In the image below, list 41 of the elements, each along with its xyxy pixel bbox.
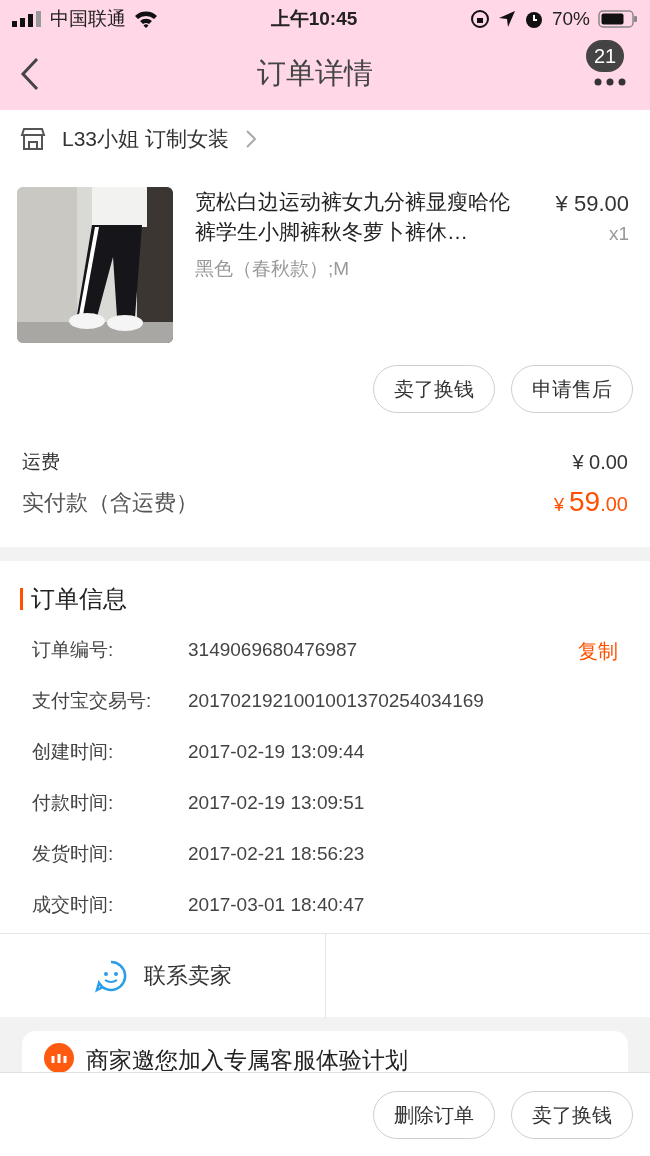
info-value: 2017-02-19 13:09:44 — [188, 740, 366, 765]
notification-badge: 21 — [586, 40, 625, 72]
store-icon — [20, 127, 46, 151]
chat-face-icon — [93, 958, 128, 993]
shipping-label: 运费 — [22, 449, 60, 474]
info-label: 支付宝交易号: — [32, 689, 153, 714]
clock-time: 上午10:45 — [270, 6, 358, 31]
info-label: 订单编号: — [32, 638, 115, 663]
action-button[interactable]: 卖了换钱 — [373, 365, 495, 413]
page-title: 订单详情 — [257, 56, 373, 92]
product-variant: 黑色（春秋款）;M — [195, 257, 351, 281]
info-label: 付款时间: — [32, 791, 115, 816]
promo-text: 商家邀您加入专属客服体验计划 — [86, 1046, 408, 1075]
wifi-icon — [134, 10, 158, 28]
carrier-name: 中国联通 — [50, 6, 126, 31]
battery-percent: 70% — [551, 6, 590, 31]
paid-label: 实付款（含运费） — [22, 488, 198, 517]
contact-seller-button[interactable]: 联系卖家 — [0, 933, 326, 1018]
info-label: 创建时间: — [32, 740, 115, 765]
back-icon[interactable] — [20, 57, 40, 91]
shop-name[interactable]: L33小姐 订制女装 — [62, 123, 229, 155]
paid-amount: ¥ 59.00 — [554, 485, 628, 519]
info-value: 2017021921001001370254034169 — [188, 689, 485, 714]
shipping-fee: ¥ 0.00 — [572, 450, 628, 475]
info-label: 发货时间: — [32, 842, 115, 867]
product-price: ¥ 59.00 — [555, 190, 629, 218]
product-quantity: x1 — [608, 222, 629, 246]
signal-icon — [12, 11, 42, 27]
info-value: 2017-02-19 13:09:51 — [188, 791, 366, 816]
more-icon[interactable] — [594, 78, 626, 86]
battery-icon — [598, 9, 638, 29]
info-label: 成交时间: — [32, 893, 115, 918]
location-icon — [497, 10, 516, 28]
action-button[interactable]: 卖了换钱 — [511, 1090, 633, 1139]
info-value: 2017-03-01 18:40:47 — [188, 893, 366, 918]
info-value: 3149069680476987 — [188, 638, 359, 663]
action-button[interactable]: 申请售后 — [511, 365, 633, 413]
action-button[interactable]: 删除订单 — [373, 1090, 495, 1139]
product-title[interactable]: 宽松白边运动裤女九分裤显瘦哈伦裤学生小脚裤秋冬萝卜裤休… — [195, 187, 519, 247]
info-value: 2017-02-21 18:56:23 — [188, 842, 366, 867]
section-title: 订单信息 — [31, 584, 127, 614]
